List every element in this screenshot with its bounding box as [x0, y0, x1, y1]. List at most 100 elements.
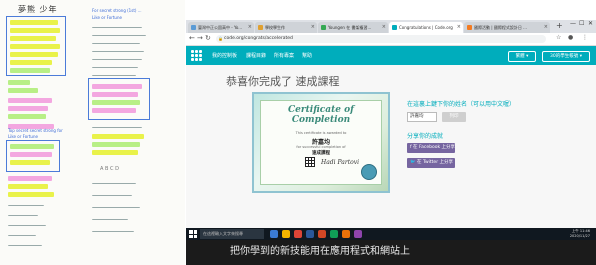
worksheet-line: [92, 134, 144, 139]
certificate: Certificate of Completion This certifica…: [252, 92, 390, 193]
minimize-button[interactable]: —: [570, 20, 576, 27]
browser-tab[interactable]: 臺灣中正公園高中 - Yo... ×: [188, 22, 254, 33]
certificate-inner: Certificate of Completion This certifica…: [260, 100, 382, 185]
certificate-title: Certificate of Completion: [288, 105, 354, 125]
share-heading: 分享你的成就: [407, 133, 444, 140]
app-icon[interactable]: [342, 230, 350, 238]
worksheet-note: For secret strong (1st) ...: [92, 8, 142, 13]
close-tab-icon[interactable]: ×: [311, 22, 315, 33]
worksheet-line: [92, 216, 128, 220]
worksheet-line: [92, 84, 142, 89]
close-tab-icon[interactable]: ×: [457, 22, 461, 33]
url-text: code.org/congrats/accelerated: [224, 36, 293, 41]
maximize-button[interactable]: ☐: [579, 20, 584, 27]
worksheet-line: [8, 212, 38, 216]
worksheet-line: [8, 192, 54, 197]
worksheet-line: [92, 72, 136, 76]
taskbar-search[interactable]: 在這裡輸入文字來搜尋: [200, 229, 264, 239]
clock-date: 2020/11/27: [569, 234, 590, 238]
browser-tab-active[interactable]: Congratulations | Code.org ×: [389, 22, 463, 33]
worksheet-line: [8, 106, 48, 111]
worksheet-line: [10, 28, 60, 33]
certificate-awarded-line: This certificate is awarded to: [295, 131, 347, 135]
worksheet-line: [92, 192, 132, 196]
worksheet-line: [10, 144, 54, 149]
nav-dashboard[interactable]: 我的控制板: [212, 52, 237, 59]
worksheet-line: [92, 142, 140, 147]
powerpoint-icon[interactable]: [318, 230, 326, 238]
page-title: 恭喜你完成了 速成課程: [226, 75, 340, 88]
worksheet-note: Top secret secret strong for: [8, 128, 63, 133]
browser-tab[interactable]: Youngen 在 書架複習... ×: [318, 22, 388, 33]
worksheet-line: [92, 92, 138, 97]
language-select[interactable]: 繁體 ▾: [508, 51, 536, 62]
word-icon[interactable]: [306, 230, 314, 238]
app-icon[interactable]: [354, 230, 362, 238]
worksheet-line: [92, 40, 140, 44]
twitter-share-button[interactable]: 🐦 在 Twitter 上分享: [407, 158, 455, 168]
address-bar[interactable]: 🔒 code.org/congrats/accelerated: [216, 35, 546, 43]
account-menu[interactable]: 30的學生帳號 ▾: [542, 51, 590, 62]
worksheet-line: [92, 56, 142, 60]
worksheet-line: [10, 68, 50, 73]
print-prompt: 在這裏上鍵下你的姓名（可以用中文喔）: [407, 101, 516, 108]
star-icon[interactable]: ☆: [556, 34, 561, 41]
tab-label: 國際活動 | 國際程式設計日 ...: [474, 25, 527, 30]
close-tab-icon[interactable]: ×: [544, 22, 548, 33]
browser-tab-bar: 臺灣中正公園高中 - Yo... × 學校學生作 × Youngen 在 書架複…: [186, 20, 596, 33]
browser-tab[interactable]: 國際活動 | 國際程式設計日 ... ×: [464, 22, 550, 33]
worksheet-note: Like or Fortune: [8, 134, 38, 139]
code-org-logo-icon[interactable]: [190, 49, 202, 61]
browser-tab[interactable]: 學校學生作 ×: [255, 22, 317, 33]
certificate-course: 速成課程: [312, 151, 330, 156]
task-view-icon[interactable]: [270, 230, 278, 238]
worksheet-line: [8, 80, 30, 85]
seal-icon: [361, 164, 377, 180]
chrome-icon[interactable]: [294, 230, 302, 238]
tab-favicon-icon: [467, 25, 472, 30]
app-icon[interactable]: [330, 230, 338, 238]
worksheet-note: Like or Fortune: [92, 15, 122, 20]
worksheet-line: [92, 180, 136, 184]
worksheet-line: [8, 88, 38, 93]
windows-taskbar: 在這裡輸入文字來搜尋 上午 11:46 2020/11/27: [186, 228, 596, 240]
windows-start-icon[interactable]: [189, 230, 197, 238]
worksheet-line: [8, 232, 36, 236]
browser-toolbar: ← → ↻ 🔒 code.org/congrats/accelerated ☆ …: [186, 33, 596, 46]
forward-arrow-icon[interactable]: →: [197, 34, 203, 42]
file-explorer-icon[interactable]: [282, 230, 290, 238]
close-tab-icon[interactable]: ×: [382, 22, 386, 33]
worksheet-line: [8, 184, 48, 189]
tab-favicon-icon: [258, 25, 263, 30]
worksheet-line: [92, 64, 138, 68]
tab-favicon-icon: [392, 25, 397, 30]
nav-course-catalog[interactable]: 課程目錄: [246, 52, 266, 59]
worksheet-line: [8, 176, 52, 181]
worksheet-line: [92, 204, 140, 208]
close-tab-icon[interactable]: ×: [248, 22, 252, 33]
profile-icon[interactable]: ●: [568, 34, 573, 41]
print-button[interactable]: 列印: [442, 112, 466, 122]
close-window-button[interactable]: ✕: [588, 20, 593, 27]
worksheet-line: [92, 32, 146, 36]
back-arrow-icon[interactable]: ←: [189, 34, 195, 42]
new-tab-button[interactable]: +: [556, 21, 563, 30]
worksheet-line: [8, 202, 44, 206]
worksheet-line: [10, 36, 56, 41]
menu-dots-icon[interactable]: ⋮: [582, 34, 588, 41]
site-header: 我的控制板 課程目錄 所有專案 幫助 繁體 ▾ 30的學生帳號 ▾: [186, 46, 596, 65]
reload-icon[interactable]: ↻: [205, 34, 211, 42]
language-label: 繁體: [515, 54, 525, 59]
monitor-screen: 臺灣中正公園高中 - Yo... × 學校學生作 × Youngen 在 書架複…: [186, 20, 596, 265]
tab-label: 臺灣中正公園高中 - Yo...: [198, 25, 243, 30]
worksheet-line: [10, 160, 50, 165]
taskbar-clock[interactable]: 上午 11:46 2020/11/27: [570, 229, 590, 239]
name-input[interactable]: 許嘉均: [407, 112, 437, 122]
below-screen-text: 把你學到的新技能用在應用程式和網站上: [230, 246, 410, 257]
worksheet-line: [10, 20, 58, 25]
tab-label: Youngen 在 書架複習...: [328, 25, 372, 30]
worksheet-line: [10, 152, 52, 157]
nav-projects[interactable]: 所有專案: [274, 52, 294, 59]
facebook-share-button[interactable]: f 在 Facebook 上分享: [407, 143, 455, 153]
nav-help[interactable]: 幫助: [302, 52, 312, 59]
